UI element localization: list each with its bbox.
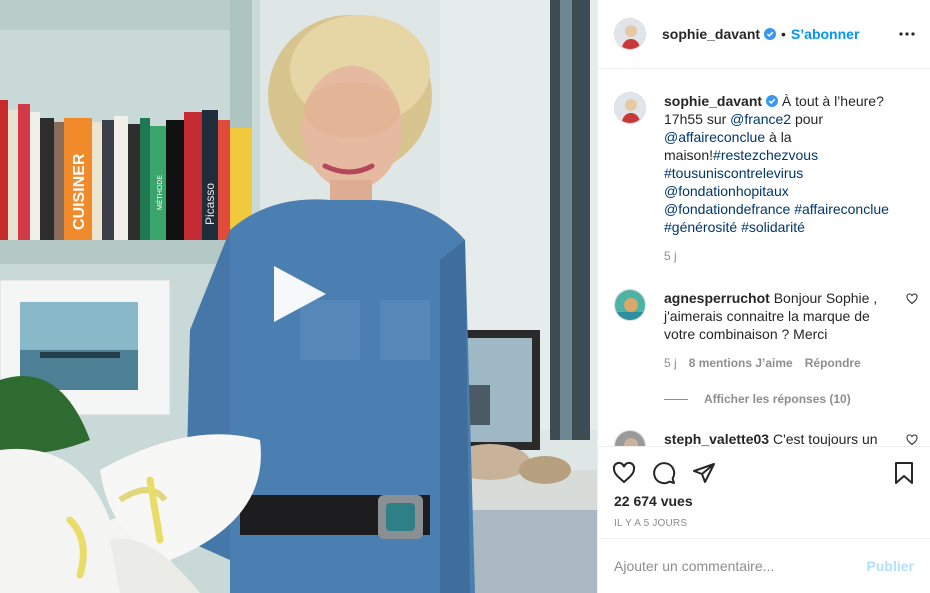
book-spine-picasso: Picasso	[203, 183, 217, 225]
avatar[interactable]	[614, 430, 646, 446]
avatar[interactable]	[614, 92, 646, 124]
hashtag-link[interactable]: #restezchezvous	[713, 147, 818, 163]
caption-username[interactable]: sophie_davant	[664, 93, 762, 109]
bookmark-icon[interactable]	[892, 461, 916, 485]
mention-link[interactable]: @france2	[730, 111, 791, 127]
avatar-image	[615, 93, 645, 123]
hashtag-link[interactable]: #affaireconclue	[794, 201, 889, 217]
post-side-panel: sophie_davant • S’abonner sophie_davant …	[597, 0, 930, 593]
comments-list[interactable]: sophie_davant À tout à l’heure? 17h55 su…	[598, 70, 930, 446]
caption-text: sophie_davant À tout à l’heure? 17h55 su…	[664, 92, 900, 236]
view-replies-button[interactable]: Afficher les réponses (10)	[598, 392, 930, 406]
verified-badge-icon	[766, 95, 779, 107]
add-comment-bar: Ajouter un commentaire... Publier	[598, 538, 930, 593]
view-replies-label: Afficher les réponses (10)	[704, 392, 851, 406]
caption-segment: pour	[791, 111, 824, 127]
post-actions-area: 22 674 vues IL Y A 5 JOURS	[598, 446, 930, 529]
comment-age: 5 j	[664, 356, 677, 370]
book-spine-cuisiner: CUISINER	[71, 153, 88, 230]
mention-link[interactable]: @affaireconclue	[664, 129, 765, 145]
comment-icon[interactable]	[652, 461, 676, 485]
follow-button[interactable]: S’abonner	[791, 26, 859, 42]
play-icon[interactable]	[268, 262, 330, 326]
post-date[interactable]: IL Y A 5 JOURS	[598, 518, 930, 529]
comment-item: agnesperruchot Bonjour Sophie , j'aimera…	[598, 289, 930, 370]
avatar[interactable]	[614, 289, 646, 321]
more-options-icon[interactable]	[898, 25, 916, 43]
comment-item: steph_valette03 C'est toujours un	[598, 430, 930, 446]
avatar-image	[615, 19, 645, 49]
mention-link[interactable]: @fondationdefrance	[664, 201, 790, 217]
comment-username[interactable]: steph_valette03	[664, 431, 769, 446]
heart-icon[interactable]	[612, 461, 636, 485]
post-media[interactable]: CUISINER MÉTHODE Picasso	[0, 0, 597, 593]
replies-divider	[664, 398, 688, 400]
comment-text: steph_valette03 C'est toujours un	[664, 430, 900, 446]
heart-icon[interactable]	[906, 434, 918, 446]
publish-button[interactable]: Publier	[867, 558, 914, 574]
heart-icon[interactable]	[906, 293, 918, 305]
book-spine-methode: MÉTHODE	[155, 175, 164, 210]
caption-age: 5 j	[664, 249, 677, 263]
comment-text: agnesperruchot Bonjour Sophie , j'aimera…	[664, 289, 900, 343]
add-comment-input[interactable]: Ajouter un commentaire...	[614, 558, 867, 574]
avatar-image	[615, 431, 645, 446]
post-header: sophie_davant • S’abonner	[598, 0, 930, 69]
hashtag-link[interactable]: #tousuniscontrelevirus	[664, 165, 803, 181]
comment-likes-link[interactable]: 8 mentions J’aime	[689, 356, 793, 370]
hashtag-link[interactable]: #générosité	[664, 219, 737, 235]
comment-meta: 5 j 8 mentions J’aime Répondre	[664, 356, 900, 370]
comment-body: C'est toujours un	[772, 431, 878, 446]
post-author-username[interactable]: sophie_davant	[662, 26, 760, 42]
post-viewer: CUISINER MÉTHODE Picasso sophie_davant •…	[0, 0, 930, 593]
comment-username[interactable]: agnesperruchot	[664, 290, 770, 306]
hashtag-link[interactable]: #solidarité	[741, 219, 805, 235]
avatar[interactable]	[614, 18, 646, 50]
action-bar	[598, 447, 930, 499]
post-caption: sophie_davant À tout à l’heure? 17h55 su…	[598, 70, 930, 263]
verified-badge-icon	[764, 28, 777, 40]
avatar-image	[615, 290, 645, 320]
caption-meta: 5 j	[664, 249, 900, 263]
header-separator: •	[781, 26, 786, 42]
paper-plane-icon[interactable]	[692, 461, 716, 485]
reply-button[interactable]: Répondre	[805, 356, 861, 370]
mention-link[interactable]: @fondationhopitaux	[664, 183, 789, 199]
